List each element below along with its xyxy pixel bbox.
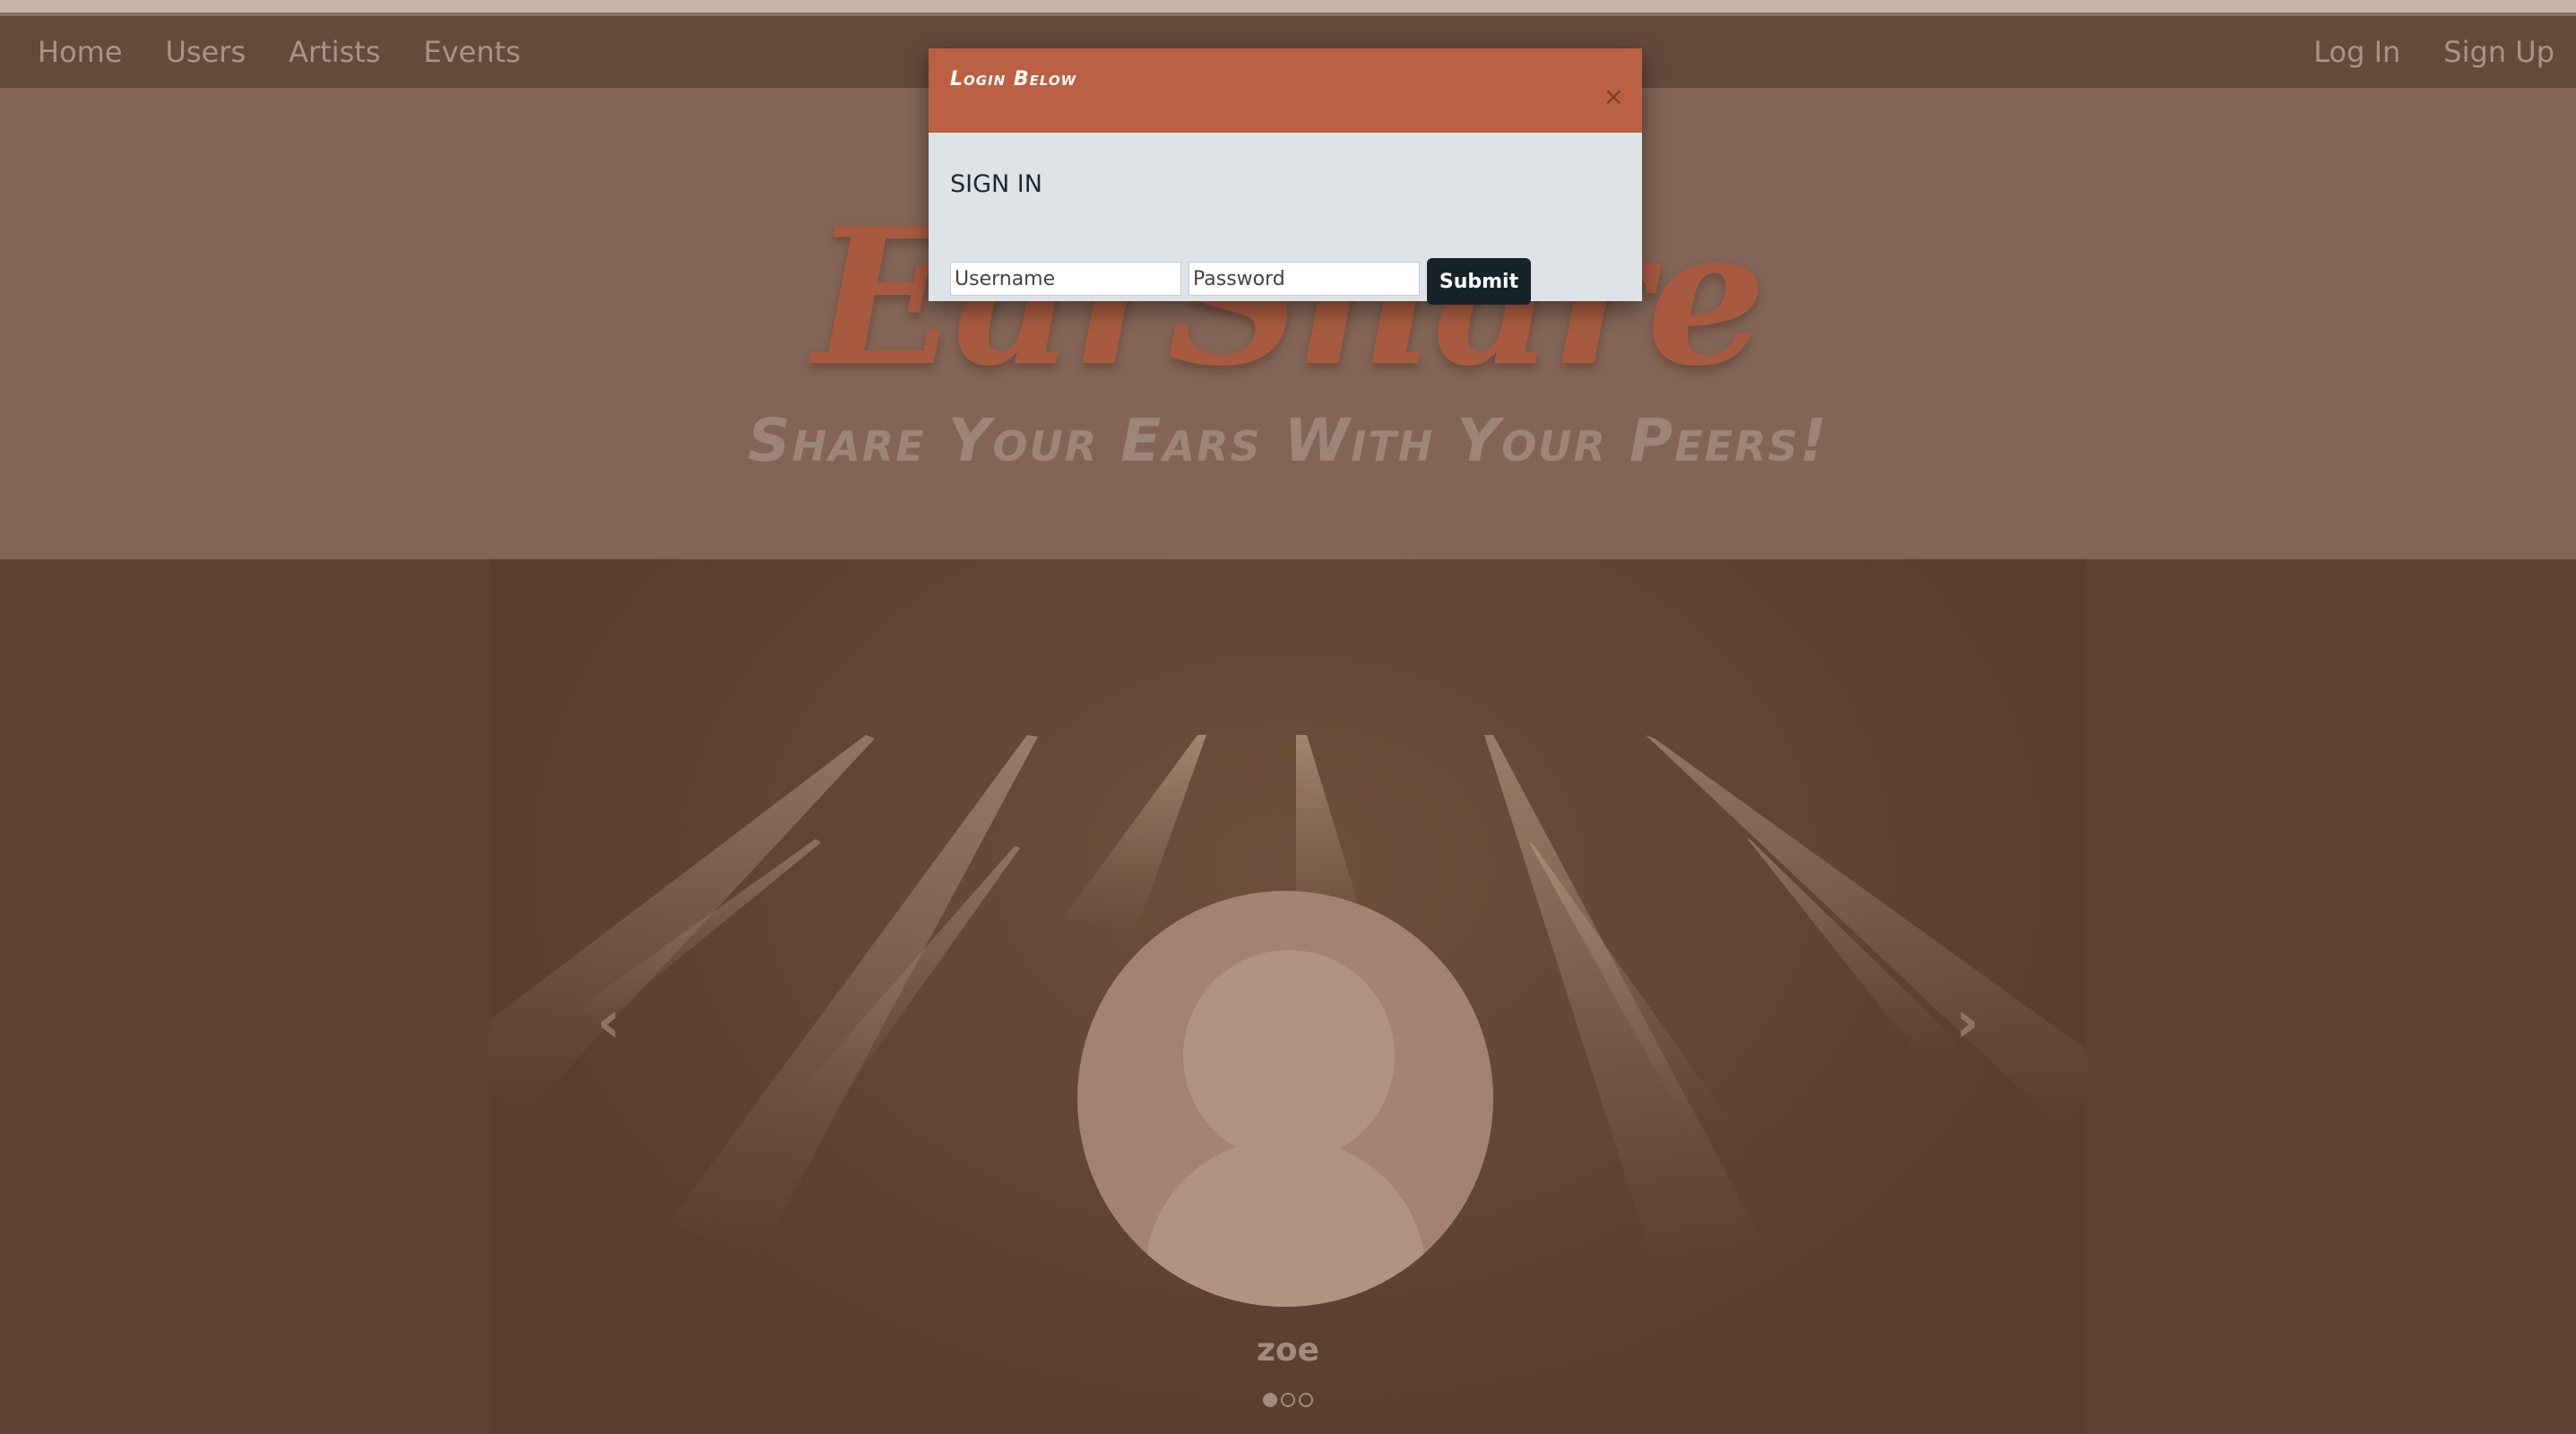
nav-signup-link[interactable]: Sign Up bbox=[2443, 35, 2554, 69]
nav-login-link[interactable]: Log In bbox=[2313, 35, 2400, 69]
hero-tagline: Share Your Ears With Your Peers! bbox=[748, 406, 1828, 475]
user-carousel: ‹ › zoe bbox=[489, 559, 2087, 1434]
nav-home-link[interactable]: Home bbox=[38, 35, 123, 69]
avatar-shoulders bbox=[1145, 1138, 1425, 1307]
carousel-indicator[interactable] bbox=[1281, 1393, 1295, 1407]
username-input[interactable] bbox=[950, 262, 1181, 296]
nav-right: Log In Sign Up bbox=[2313, 16, 2554, 88]
avatar[interactable] bbox=[1077, 891, 1493, 1307]
carousel-indicators bbox=[489, 1393, 2087, 1407]
nav-events-link[interactable]: Events bbox=[423, 35, 520, 69]
login-modal: Login Below × SIGN IN Submit bbox=[929, 48, 1642, 305]
modal-body: SIGN IN Submit bbox=[929, 133, 1642, 305]
close-button[interactable]: × bbox=[1604, 84, 1624, 109]
close-icon: × bbox=[1603, 82, 1624, 111]
carousel-indicator[interactable] bbox=[1263, 1393, 1277, 1407]
top-strip bbox=[0, 0, 2576, 16]
modal-title: Login Below bbox=[950, 68, 1077, 91]
carousel-prev-button[interactable]: ‹ bbox=[597, 989, 620, 1056]
chevron-left-icon: ‹ bbox=[597, 989, 621, 1056]
chevron-right-icon: › bbox=[1955, 989, 1979, 1056]
carousel-section: ‹ › zoe bbox=[0, 559, 2576, 1434]
nav-artists-link[interactable]: Artists bbox=[289, 35, 380, 69]
nav-left: Home Users Artists Events bbox=[38, 16, 521, 88]
modal-header: Login Below × bbox=[929, 48, 1642, 133]
password-input[interactable] bbox=[1189, 262, 1420, 296]
carousel-user-name[interactable]: zoe bbox=[489, 1332, 2087, 1369]
submit-button[interactable]: Submit bbox=[1427, 258, 1531, 305]
avatar-head bbox=[1183, 950, 1395, 1162]
signin-heading: SIGN IN bbox=[950, 170, 1042, 198]
nav-users-link[interactable]: Users bbox=[166, 35, 246, 69]
carousel-indicator[interactable] bbox=[1299, 1393, 1313, 1407]
carousel-next-button[interactable]: › bbox=[1956, 989, 1979, 1056]
